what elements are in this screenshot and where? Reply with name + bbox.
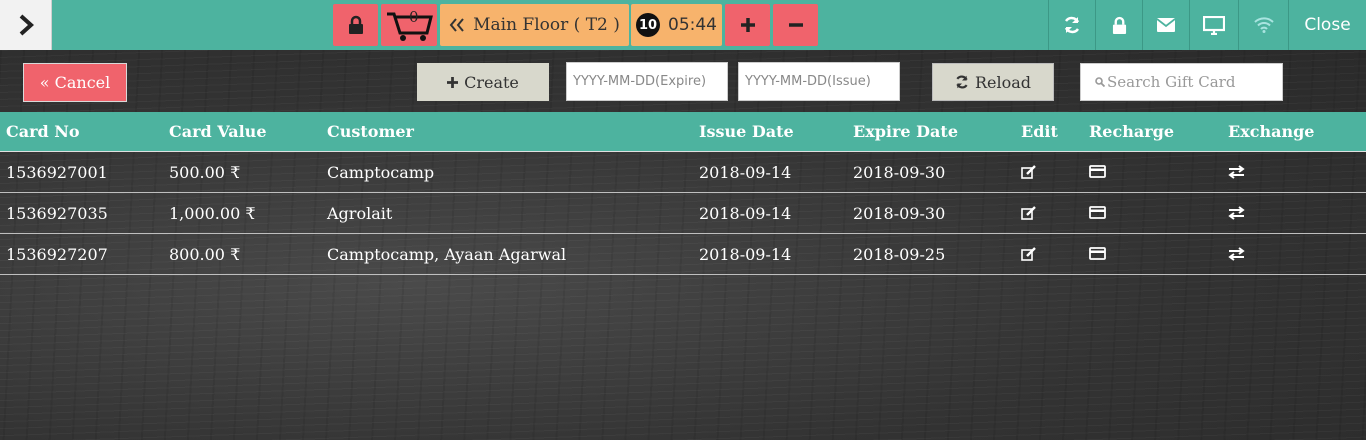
search-input[interactable] [1107,73,1277,91]
edit-icon[interactable] [1021,247,1037,261]
header-recharge: Recharge [1089,122,1175,141]
reload-button[interactable]: Reload [932,63,1054,101]
remove-order-button[interactable] [773,4,818,46]
refresh-icon [956,75,968,89]
floor-label: Main Floor ( T2 ) [473,15,620,35]
header-expire-date: Expire Date [853,122,958,141]
credit-card-icon[interactable] [1089,165,1106,178]
plus-icon [740,18,755,32]
create-button[interactable]: Create [417,63,549,101]
customer-display-button[interactable] [1189,0,1238,50]
header-card-no: Card No [6,122,80,141]
sidebar-toggle-button[interactable] [0,0,52,50]
card-no: 1536927035 [6,204,108,223]
search-box[interactable] [1080,63,1283,101]
card-value: 1,000.00 ₹ [169,204,256,223]
floor-button[interactable]: Main Floor ( T2 ) [440,4,629,46]
gift-card-table: Card No Card Value Customer Issue Date E… [0,112,1366,275]
issue-date-input[interactable] [738,62,900,101]
customer: Agrolait [327,204,393,223]
card-value: 500.00 ₹ [169,163,241,182]
edit-icon[interactable] [1021,206,1037,220]
lock-screen-button[interactable] [1095,0,1142,50]
exchange-icon[interactable] [1228,165,1245,179]
cancel-button[interactable]: « Cancel [23,63,127,102]
top-bar: 0 Main Floor ( T2 ) 10 05:44 Close [0,0,1366,50]
card-no: 1536927001 [6,163,108,182]
chevron-right-icon [19,14,34,36]
card-value: 800.00 ₹ [169,245,241,264]
issue-date: 2018-09-14 [699,204,792,223]
expire-date: 2018-09-30 [853,204,946,223]
monitor-icon [1203,15,1225,35]
card-no: 1536927207 [6,245,108,264]
credit-card-icon[interactable] [1089,247,1106,260]
exchange-icon[interactable] [1228,206,1245,220]
header-exchange: Exchange [1228,122,1315,141]
credit-card-icon[interactable] [1089,206,1106,219]
lock-icon [348,15,363,34]
cart-count: 0 [409,8,419,26]
issue-date: 2018-09-14 [699,245,792,264]
messages-button[interactable] [1142,0,1189,50]
refresh-icon [1064,16,1080,34]
cart-button[interactable]: 0 [381,4,437,46]
exchange-icon[interactable] [1228,247,1245,261]
expire-date: 2018-09-30 [853,163,946,182]
envelope-icon [1157,18,1175,32]
header-card-value: Card Value [169,122,267,141]
header-edit: Edit [1021,122,1058,141]
order-timer[interactable]: 10 05:44 [631,4,722,46]
table-row[interactable]: 1536927035 1,000.00 ₹ Agrolait 2018-09-1… [0,193,1366,234]
expire-date: 2018-09-25 [853,245,946,264]
double-chevron-left-icon [449,18,464,32]
expire-date-input[interactable] [566,62,728,101]
customer: Camptocamp, Ayaan Agarwal [327,245,567,264]
timer-label: 05:44 [668,15,717,35]
header-customer: Customer [327,122,414,141]
edit-icon[interactable] [1021,165,1037,179]
plus-icon [447,76,459,88]
issue-date: 2018-09-14 [699,163,792,182]
connection-status[interactable] [1238,0,1288,50]
order-count-badge: 10 [636,13,660,37]
lock-icon [1112,16,1126,34]
search-icon [1095,77,1105,87]
lock-order-button[interactable] [333,4,378,46]
create-label: Create [464,72,519,92]
table-row[interactable]: 1536927001 500.00 ₹ Camptocamp 2018-09-1… [0,152,1366,193]
header-issue-date: Issue Date [699,122,794,141]
minus-icon [788,23,803,27]
close-button[interactable]: Close [1288,0,1366,50]
wifi-icon [1253,17,1274,33]
reload-label: Reload [974,72,1032,92]
table-header: Card No Card Value Customer Issue Date E… [0,112,1366,152]
table-row[interactable]: 1536927207 800.00 ₹ Camptocamp, Ayaan Ag… [0,234,1366,275]
sync-button[interactable] [1048,0,1095,50]
customer: Camptocamp [327,163,435,182]
add-order-button[interactable] [725,4,770,46]
